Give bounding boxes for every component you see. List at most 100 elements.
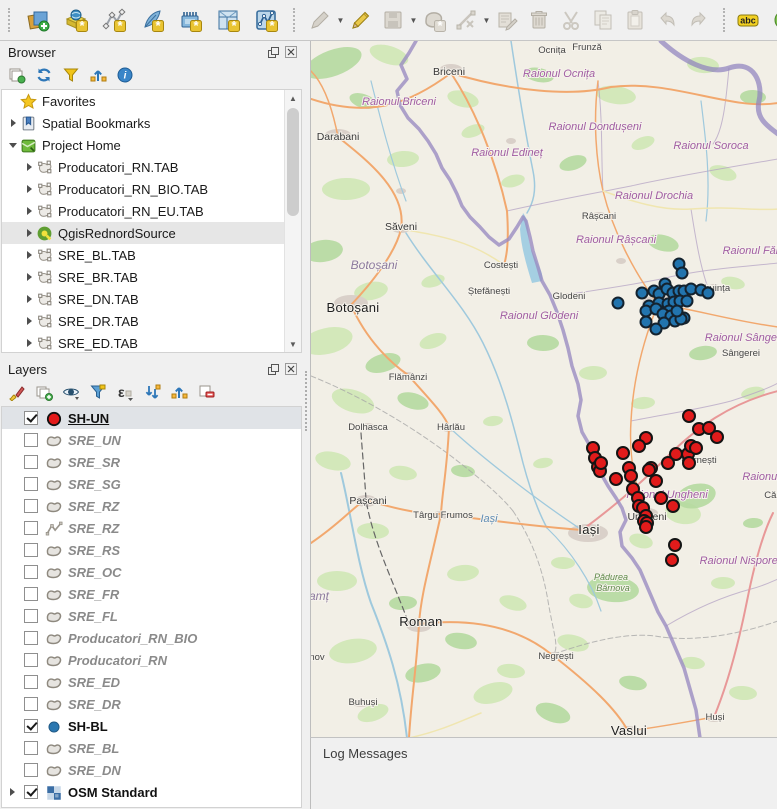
layers-filter-legend-button[interactable] (88, 382, 108, 402)
toolbar-drag-handle[interactable] (8, 8, 13, 32)
redo-button[interactable] (685, 6, 713, 34)
browser-item-sre-dn-tab[interactable]: SRE_DN.TAB (2, 288, 301, 310)
scroll-down-button[interactable]: ▼ (285, 336, 301, 352)
layers-open-layer-styling-button[interactable] (7, 382, 27, 402)
layer-visibility-checkbox[interactable] (24, 477, 38, 491)
layer-row-sre-dr[interactable]: SRE_DR (2, 693, 301, 715)
layer-visibility-checkbox[interactable] (24, 763, 38, 777)
layer-visibility-checkbox[interactable] (24, 433, 38, 447)
browser-item-sre-ed-tab[interactable]: SRE_ED.TAB (2, 332, 301, 353)
new-virtual-layer-button[interactable]: * (214, 6, 242, 34)
toolbar-drag-handle[interactable] (293, 8, 298, 32)
new-mesh-layer-button[interactable]: * (252, 6, 280, 34)
layer-visibility-checkbox[interactable] (24, 521, 38, 535)
vertex-tool-dropdown[interactable]: ▼ (482, 16, 491, 25)
browser-item-producatori-rn-tab[interactable]: Producatori_RN.TAB (2, 156, 301, 178)
scrollbar-thumb[interactable] (287, 108, 299, 216)
map-canvas[interactable]: OcnițaFrunzăBriceniRaionul BriceniRaionu… (310, 41, 777, 737)
layers-add-group-button[interactable] (34, 382, 54, 402)
modify-attributes-button[interactable] (493, 6, 521, 34)
expander-collapsed-icon[interactable] (22, 229, 36, 237)
browser-properties-button[interactable]: i (115, 65, 135, 85)
new-geopackage-layer-button[interactable]: * (62, 6, 90, 34)
expander-collapsed-icon[interactable] (6, 788, 18, 796)
save-layer-edits-button[interactable] (379, 6, 407, 34)
layer-row-sre-rz[interactable]: SRE_RZ (2, 517, 301, 539)
expander-collapsed-icon[interactable] (22, 317, 36, 325)
layer-row-sre-oc[interactable]: SRE_OC (2, 561, 301, 583)
layer-visibility-checkbox[interactable] (24, 697, 38, 711)
expander-collapsed-icon[interactable] (22, 339, 36, 347)
layer-labeling-options-button[interactable] (762, 6, 777, 34)
browser-item-producatori-rn-bio-tab[interactable]: Producatori_RN_BIO.TAB (2, 178, 301, 200)
new-spatialite-layer-button[interactable]: * (138, 6, 166, 34)
layers-remove-layer-button[interactable] (196, 382, 216, 402)
browser-item-favorites[interactable]: Favorites (2, 90, 301, 112)
layer-row-sre-un[interactable]: SRE_UN (2, 429, 301, 451)
undo-button[interactable] (653, 6, 681, 34)
browser-add-selected-layers-button[interactable] (7, 65, 27, 85)
layer-labeling-button[interactable]: abc (734, 6, 762, 34)
new-temporary-scratch-layer-button[interactable]: * (176, 6, 204, 34)
layer-row-sre-fr[interactable]: SRE_FR (2, 583, 301, 605)
layer-visibility-checkbox[interactable] (24, 411, 38, 425)
vertex-tool-button[interactable] (452, 6, 480, 34)
browser-item-project-home[interactable]: Project Home (2, 134, 301, 156)
layer-row-sre-dn[interactable]: SRE_DN (2, 759, 301, 781)
layer-visibility-checkbox[interactable] (24, 675, 38, 689)
browser-item-sre-dr-tab[interactable]: SRE_DR.TAB (2, 310, 301, 332)
browser-refresh-button[interactable] (34, 65, 54, 85)
layer-visibility-checkbox[interactable] (24, 719, 38, 733)
log-messages-panel[interactable]: Log Messages (310, 737, 777, 809)
save-layer-edits-dropdown[interactable]: ▼ (409, 16, 418, 25)
expander-collapsed-icon[interactable] (22, 251, 36, 259)
layer-row-sre-sr[interactable]: SRE_SR (2, 451, 301, 473)
data-source-manager-button[interactable] (24, 6, 52, 34)
expander-collapsed-icon[interactable] (22, 207, 36, 215)
browser-float-button[interactable] (265, 45, 281, 60)
current-edits-button[interactable] (306, 6, 334, 34)
layers-close-button[interactable] (283, 362, 299, 377)
cut-features-button[interactable] (557, 6, 585, 34)
layer-row-sh-un[interactable]: SH-UN (2, 407, 301, 429)
expander-collapsed-icon[interactable] (22, 273, 36, 281)
layer-visibility-checkbox[interactable] (24, 499, 38, 513)
layer-row-sre-sg[interactable]: SRE_SG (2, 473, 301, 495)
browser-item-producatori-rn-eu-tab[interactable]: Producatori_RN_EU.TAB (2, 200, 301, 222)
layer-visibility-checkbox[interactable] (24, 653, 38, 667)
toolbar-drag-handle[interactable] (723, 8, 728, 32)
browser-item-spatial-bookmarks[interactable]: Spatial Bookmarks (2, 112, 301, 134)
layer-visibility-checkbox[interactable] (24, 455, 38, 469)
toggle-editing-button[interactable] (347, 6, 375, 34)
browser-item-qgisrednordsource[interactable]: QgisRednordSource (2, 222, 301, 244)
panel-splitter-vertical[interactable] (303, 41, 310, 809)
layer-visibility-checkbox[interactable] (24, 609, 38, 623)
layer-row-sre-fl[interactable]: SRE_FL (2, 605, 301, 627)
browser-item-sre-bl-tab[interactable]: SRE_BL.TAB (2, 244, 301, 266)
browser-scrollbar[interactable]: ▲ ▼ (284, 90, 301, 352)
layer-row-sre-rs[interactable]: SRE_RS (2, 539, 301, 561)
layer-row-sre-bl[interactable]: SRE_BL (2, 737, 301, 759)
expander-expanded-icon[interactable] (6, 143, 20, 148)
browser-close-button[interactable] (283, 45, 299, 60)
layer-visibility-checkbox[interactable] (24, 565, 38, 579)
expander-collapsed-icon[interactable] (22, 295, 36, 303)
layer-row-osm-standard[interactable]: OSM Standard (2, 781, 301, 803)
new-shapefile-layer-button[interactable]: * (100, 6, 128, 34)
add-polygon-feature-button[interactable]: * (420, 6, 448, 34)
scroll-up-button[interactable]: ▲ (285, 90, 301, 106)
layer-visibility-checkbox[interactable] (24, 587, 38, 601)
layer-row-sre-ed[interactable]: SRE_ED (2, 671, 301, 693)
layer-visibility-checkbox[interactable] (24, 741, 38, 755)
expander-collapsed-icon[interactable] (6, 119, 20, 127)
expander-collapsed-icon[interactable] (22, 185, 36, 193)
layer-row-sh-bl[interactable]: SH-BL (2, 715, 301, 737)
layer-row-producatori-rn[interactable]: Producatori_RN (2, 649, 301, 671)
layer-row-producatori-rn-bio[interactable]: Producatori_RN_BIO (2, 627, 301, 649)
browser-item-sre-br-tab[interactable]: SRE_BR.TAB (2, 266, 301, 288)
layers-manage-map-themes-button[interactable] (61, 382, 81, 402)
expander-collapsed-icon[interactable] (22, 163, 36, 171)
copy-features-button[interactable] (589, 6, 617, 34)
current-edits-dropdown[interactable]: ▼ (336, 16, 345, 25)
delete-selected-button[interactable] (525, 6, 553, 34)
